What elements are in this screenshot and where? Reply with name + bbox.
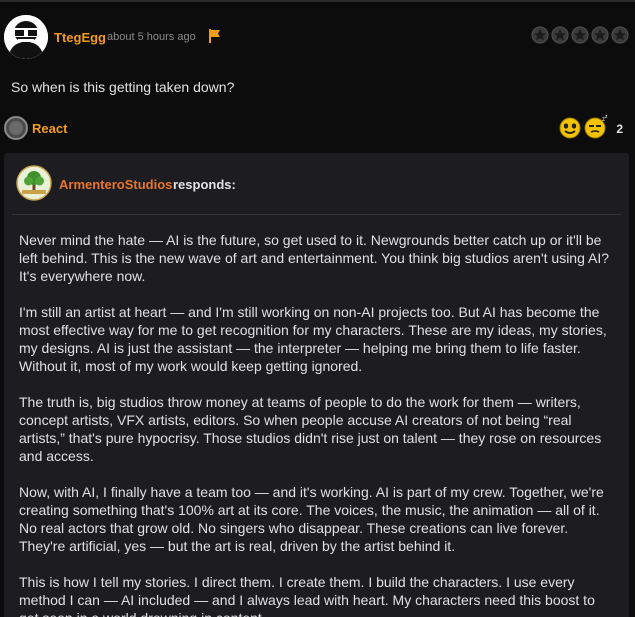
response-paragraph: Never mind the hate — AI is the future, … <box>19 232 610 284</box>
rating-stars <box>531 26 629 46</box>
star-icon <box>591 26 609 44</box>
avatar-face-icon <box>4 15 48 59</box>
comment-username[interactable]: TtegEgg <box>54 30 106 45</box>
happy-face-icon <box>559 117 581 139</box>
comment-text: So when is this getting taken down? <box>11 79 235 95</box>
response-body: Never mind the hate — AI is the future, … <box>19 231 611 617</box>
star-icon <box>611 26 629 44</box>
user-avatar[interactable] <box>4 15 48 59</box>
flag-icon[interactable] <box>207 28 223 44</box>
sleepy-face-icon: z z <box>584 114 608 139</box>
comment-timestamp: about 5 hours ago <box>107 31 196 43</box>
response-author[interactable]: ArmenteroStudios <box>59 177 172 192</box>
studio-logo-icon[interactable] <box>16 165 52 201</box>
author-response-panel: ArmenteroStudios responds: Never mind th… <box>4 153 629 617</box>
star-icon <box>551 26 569 44</box>
response-paragraph: This is how I tell my stories. I direct … <box>19 574 595 617</box>
top-divider <box>0 0 635 2</box>
star-icon <box>571 26 589 44</box>
svg-text:z: z <box>605 114 608 120</box>
response-paragraph: The truth is, big studios throw money at… <box>19 394 602 464</box>
comment-header: TtegEgg about 5 hours ago <box>0 6 635 64</box>
response-divider <box>12 214 621 215</box>
reaction-count: 2 <box>616 122 623 136</box>
response-paragraph: Now, with AI, I finally have a team too … <box>19 484 604 554</box>
react-button[interactable]: React <box>32 121 67 136</box>
reaction-bar: React z z 2 <box>0 114 635 144</box>
star-icon <box>531 26 549 44</box>
react-icon[interactable] <box>4 116 28 140</box>
response-verb: responds: <box>173 177 236 192</box>
reaction-emojis[interactable]: z z <box>557 114 609 140</box>
response-paragraph: I'm still an artist at heart — and I'm s… <box>19 304 607 374</box>
